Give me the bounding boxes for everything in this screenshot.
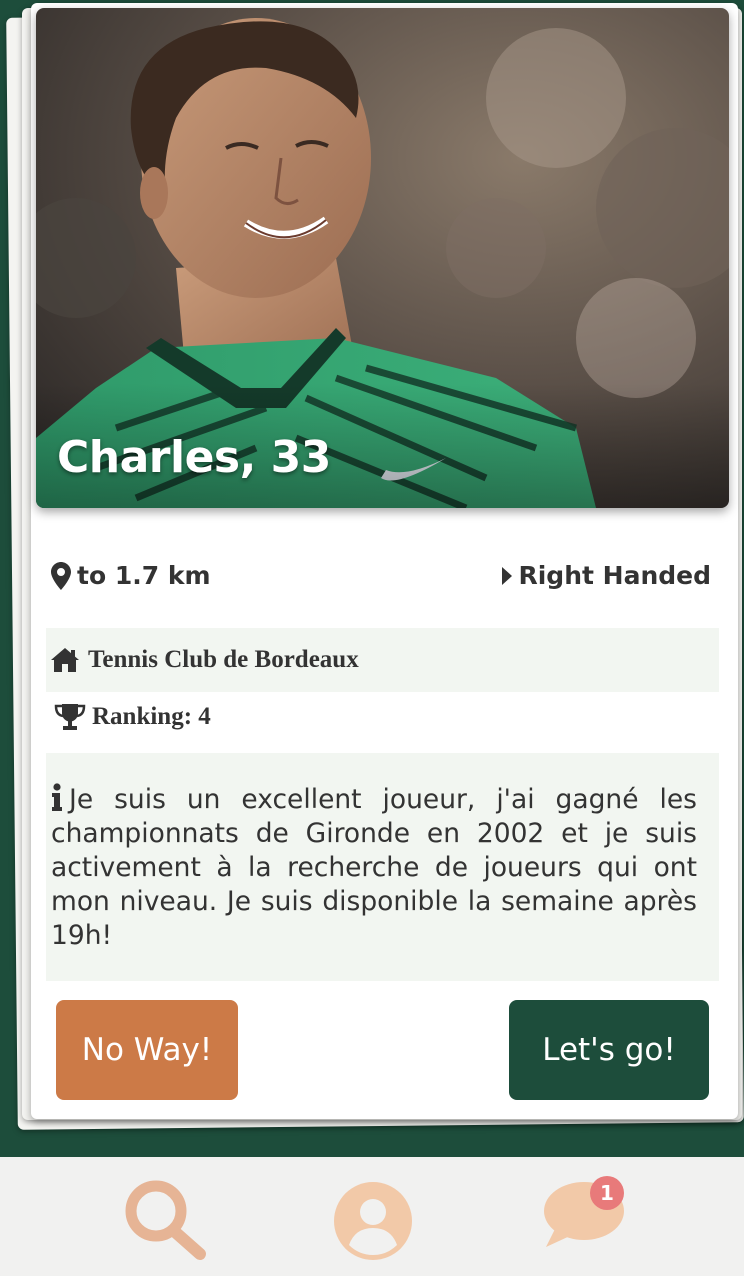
reject-button[interactable]: No Way!: [56, 1000, 238, 1100]
tab-messages[interactable]: 1: [542, 1176, 626, 1255]
unread-badge: 1: [590, 1176, 624, 1210]
ranking-info: Ranking: 4: [54, 703, 211, 731]
map-pin-icon: [51, 561, 71, 590]
club-name: Tennis Club de Bordeaux: [88, 646, 359, 673]
home-icon: [51, 648, 79, 672]
user-icon: [334, 1182, 412, 1260]
handedness-text: Right Handed: [518, 561, 711, 590]
tab-profile[interactable]: [333, 1181, 413, 1265]
profile-meta-row: to 1.7 km Right Handed: [51, 561, 711, 590]
distance-text: to 1.7 km: [77, 561, 211, 590]
caret-right-icon: [502, 566, 513, 585]
profile-photo: Charles, 33: [36, 8, 729, 508]
accept-button[interactable]: Let's go!: [509, 1000, 709, 1100]
bio-section: Je suis un excellent joueur, j'ai gagné …: [46, 753, 719, 981]
ranking-text: Ranking: 4: [92, 703, 211, 730]
profile-card[interactable]: Charles, 33 to 1.7 km Right Handed Tenni…: [31, 3, 738, 1119]
club-info: Tennis Club de Bordeaux: [46, 628, 719, 692]
profile-name-age: Charles, 33: [57, 432, 331, 483]
search-icon: [125, 1180, 206, 1260]
distance-info: to 1.7 km: [51, 561, 211, 590]
tab-search[interactable]: [122, 1179, 208, 1265]
trophy-icon: [54, 704, 86, 730]
info-icon: [52, 783, 62, 811]
bio-text: Je suis un excellent joueur, j'ai gagné …: [51, 784, 697, 951]
handedness-info: Right Handed: [502, 561, 711, 590]
bottom-tab-bar: 1: [0, 1157, 744, 1276]
